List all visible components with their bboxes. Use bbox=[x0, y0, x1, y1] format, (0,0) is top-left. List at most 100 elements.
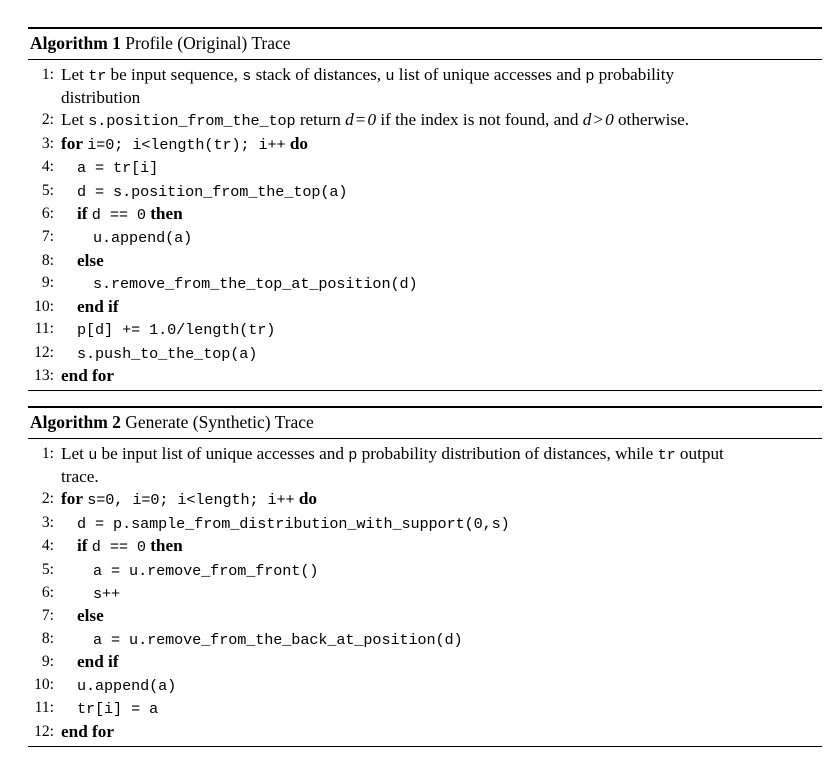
pseudocode-statement: a = u.remove_from_front() bbox=[93, 561, 319, 580]
algorithm-body: 1: Let tr be input sequence, s stack of d… bbox=[28, 60, 822, 391]
pseudocode-line-number: 8: bbox=[41, 629, 54, 647]
pseudocode-statement: p[d] += 1.0/length(tr) bbox=[77, 321, 276, 340]
pseudocode-line-content: end for bbox=[61, 721, 822, 743]
pseudocode-line-content: Let s.position_from_the_top return d = 0 i… bbox=[61, 110, 690, 131]
pseudocode-line-content: Let u be input list of unique accesses a… bbox=[61, 443, 822, 489]
pseudocode-line-content: s++ bbox=[61, 582, 822, 605]
pseudocode-line: 7: else bbox=[28, 605, 822, 627]
pseudocode-line-content: p[d] += 1.0/length(tr) bbox=[61, 318, 822, 341]
pseudocode-line: 6: s++ bbox=[28, 582, 822, 605]
pseudocode-line-content: d = p.sample_from_distribution_with_supp… bbox=[61, 512, 822, 535]
algorithm-bottom-rule bbox=[28, 390, 822, 392]
pseudocode-line-content: u.append(a) bbox=[61, 674, 822, 697]
algorithm-title: Algorithm 1 Profile (Original) Trace bbox=[28, 29, 822, 59]
pseudocode-line: 9: s.remove_from_the_top_at_position(d) bbox=[28, 272, 822, 295]
pseudocode-line-content: a = tr[i] bbox=[61, 156, 822, 179]
pseudocode-line-number: 10: bbox=[34, 675, 54, 693]
pseudocode-statement: s.push_to_the_top(a) bbox=[77, 344, 258, 363]
pseudocode-statement: a = tr[i] bbox=[77, 159, 159, 178]
pseudocode-keyword: end if bbox=[77, 296, 119, 316]
pseudocode-line: 9: end if bbox=[28, 651, 822, 673]
pseudocode-line: 11: tr[i] = a bbox=[28, 697, 822, 720]
pseudocode-line-number: 1: bbox=[41, 65, 54, 83]
pseudocode-statement: d = p.sample_from_distribution_with_supp… bbox=[77, 514, 510, 533]
pseudocode-line-number: 7: bbox=[41, 607, 54, 625]
pseudocode-line-number: 12: bbox=[34, 343, 54, 361]
pseudocode-line: 8: else bbox=[28, 250, 822, 272]
pseudocode-statement: s.remove_from_the_top_at_position(d) bbox=[93, 275, 418, 294]
pseudocode-expression: d == 0 bbox=[91, 538, 146, 557]
pseudocode-line: 12: s.push_to_the_top(a) bbox=[28, 342, 822, 365]
pseudocode-line: 1: Let u be input list of unique accesses… bbox=[28, 443, 822, 489]
pseudocode-statement: d = s.position_from_the_top(a) bbox=[77, 182, 348, 201]
pseudocode-line-number: 9: bbox=[41, 274, 54, 292]
pseudocode-keyword: if bbox=[77, 536, 88, 556]
pseudocode-line-continuation: trace. bbox=[61, 467, 99, 487]
pseudocode-line: 11: p[d] += 1.0/length(tr) bbox=[28, 318, 822, 341]
pseudocode-line-content: tr[i] = a bbox=[61, 697, 822, 720]
pseudocode-line-content: else bbox=[61, 250, 822, 272]
pseudocode-line-content: s.remove_from_the_top_at_position(d) bbox=[61, 272, 822, 295]
pseudocode-line-number: 4: bbox=[41, 158, 54, 176]
pseudocode-line: 8: a = u.remove_from_the_back_at_position… bbox=[28, 628, 822, 651]
algorithm-bottom-rule bbox=[28, 745, 822, 747]
pseudocode-line-continuation: distribution bbox=[61, 88, 141, 108]
algorithm-caption: Profile (Original) Trace bbox=[125, 33, 291, 53]
algorithm-block-2: Algorithm 2 Generate (Synthetic) Trace 1… bbox=[28, 406, 822, 747]
pseudocode-line-number: 3: bbox=[41, 134, 54, 152]
pseudocode-line-content: end for bbox=[61, 365, 822, 387]
algorithm-caption: Generate (Synthetic) Trace bbox=[125, 412, 314, 432]
pseudocode-keyword: for bbox=[61, 489, 83, 509]
pseudocode-line-content: if d == 0 then bbox=[61, 203, 822, 226]
pseudocode-line-content: s.push_to_the_top(a) bbox=[61, 342, 822, 365]
pseudocode-line-number: 5: bbox=[41, 181, 54, 199]
pseudocode-line-number: 8: bbox=[41, 251, 54, 269]
pseudocode-keyword: do bbox=[289, 133, 309, 153]
pseudocode-line: 2: for s=0, i=0; i<length; i++ do bbox=[28, 488, 822, 511]
pseudocode-statement: s++ bbox=[93, 585, 121, 604]
pseudocode-line: 3: d = p.sample_from_distribution_with_su… bbox=[28, 512, 822, 535]
pseudocode-keyword: do bbox=[298, 489, 318, 509]
pseudocode-line-number: 13: bbox=[34, 366, 54, 384]
pseudocode-line-number: 5: bbox=[41, 560, 54, 578]
pseudocode-line-content: Let tr be input sequence, s stack of dis… bbox=[61, 64, 822, 110]
pseudocode-line: 3: for i=0; i<length(tr); i++ do bbox=[28, 133, 822, 156]
pseudocode-keyword: for bbox=[61, 133, 83, 153]
pseudocode-expression: s=0, i=0; i<length; i++ bbox=[87, 491, 295, 510]
pseudocode-line: 13: end for bbox=[28, 365, 822, 387]
pseudocode-line-content: end if bbox=[61, 296, 822, 318]
pseudocode-line: 7: u.append(a) bbox=[28, 226, 822, 249]
pseudocode-line: 6: if d == 0 then bbox=[28, 203, 822, 226]
pseudocode-line-number: 7: bbox=[41, 228, 54, 246]
pseudocode-line-content: for i=0; i<length(tr); i++ do bbox=[61, 133, 822, 156]
pseudocode-line-number: 11: bbox=[34, 320, 54, 338]
pseudocode-line-number: 2: bbox=[41, 111, 54, 129]
pseudocode-line-content: end if bbox=[61, 651, 822, 673]
pseudocode-line: 2: Let s.position_from_the_top return d = 0… bbox=[28, 109, 822, 132]
pseudocode-keyword: then bbox=[150, 204, 183, 224]
pseudocode-keyword: if bbox=[77, 204, 88, 224]
pseudocode-keyword: end if bbox=[77, 652, 119, 672]
pseudocode-statement: tr[i] = a bbox=[77, 700, 159, 719]
pseudocode-line: 12: end for bbox=[28, 721, 822, 743]
algorithm-keyword: Algorithm 1 bbox=[30, 33, 121, 53]
pseudocode-line-number: 10: bbox=[34, 297, 54, 315]
pseudocode-statement: u.append(a) bbox=[93, 229, 193, 248]
pseudocode-line-number: 3: bbox=[41, 513, 54, 531]
pseudocode-line-content: else bbox=[61, 605, 822, 627]
pseudocode-expression: d == 0 bbox=[91, 206, 146, 225]
pseudocode-keyword: end for bbox=[61, 721, 114, 741]
pseudocode-line-number: 11: bbox=[34, 699, 54, 717]
pseudocode-statement: u.append(a) bbox=[77, 676, 177, 695]
algorithm-block-1: Algorithm 1 Profile (Original) Trace 1: L… bbox=[28, 27, 822, 392]
pseudocode-line-content: if d == 0 then bbox=[61, 535, 822, 558]
pseudocode-line: 4: if d == 0 then bbox=[28, 535, 822, 558]
pseudocode-line-number: 6: bbox=[41, 205, 54, 223]
algorithm-keyword: Algorithm 2 bbox=[30, 412, 121, 432]
pseudocode-line-number: 2: bbox=[41, 490, 54, 508]
pseudocode-keyword: else bbox=[77, 250, 104, 270]
pseudocode-line-number: 4: bbox=[41, 537, 54, 555]
pseudocode-line-number: 6: bbox=[41, 584, 54, 602]
pseudocode-line-content: u.append(a) bbox=[61, 226, 822, 249]
pseudocode-keyword: else bbox=[77, 606, 104, 626]
